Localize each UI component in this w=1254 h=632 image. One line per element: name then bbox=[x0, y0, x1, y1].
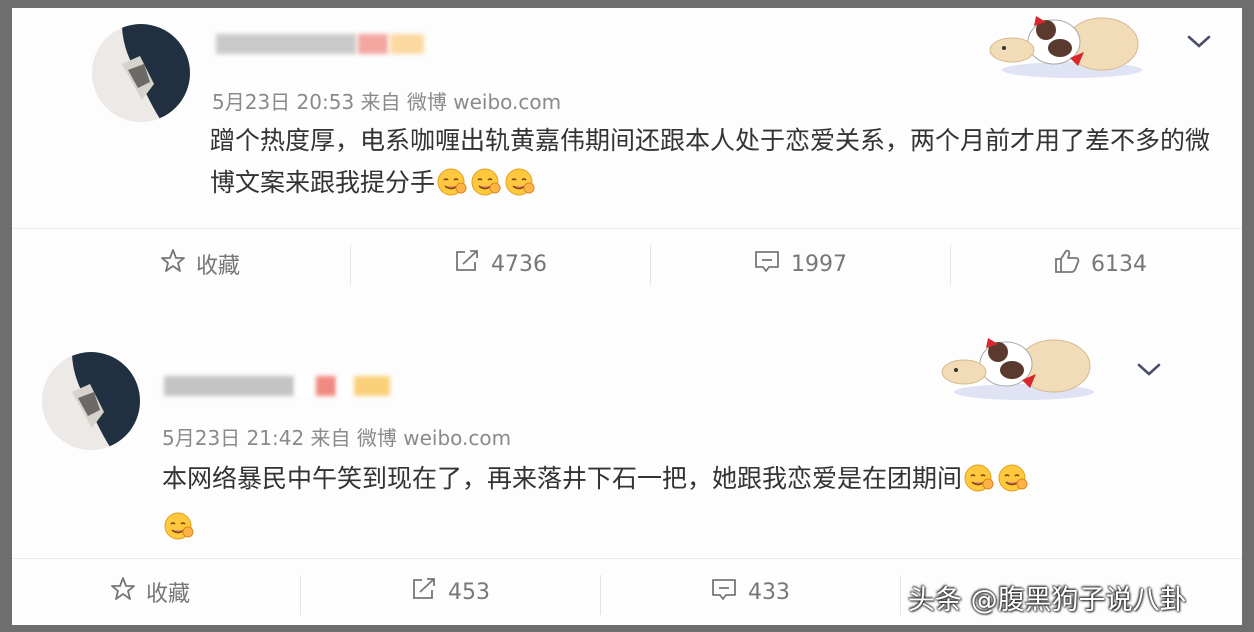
star-icon bbox=[110, 576, 136, 608]
blush-emoji-icon bbox=[435, 167, 469, 210]
favorite-button[interactable]: 收藏 bbox=[50, 229, 350, 299]
like-button[interactable]: 6134 bbox=[950, 229, 1250, 299]
repost-icon bbox=[410, 576, 438, 608]
post-text: 本网络暴民中午笑到现在了，再来落井下石一把，她跟我恋爱是在团期间 bbox=[162, 464, 963, 493]
username-blurred[interactable] bbox=[164, 374, 390, 398]
repost-count: 4736 bbox=[491, 251, 547, 277]
favorite-button[interactable]: 收藏 bbox=[0, 559, 300, 625]
thumbs-up-icon bbox=[1053, 248, 1081, 280]
weibo-feed-panel: 5月23日 20:53 来自 微博 weibo.com 蹭个热度厚，电系咖喱出轨… bbox=[12, 8, 1242, 625]
comment-icon bbox=[753, 248, 781, 280]
avatar[interactable] bbox=[92, 24, 190, 122]
star-icon bbox=[160, 248, 186, 280]
blush-emoji-icon bbox=[503, 167, 537, 210]
repost-button[interactable]: 453 bbox=[300, 559, 600, 625]
post-action-bar: 收藏 4736 1997 6134 bbox=[12, 228, 1242, 299]
repost-count: 453 bbox=[448, 579, 490, 605]
repost-button[interactable]: 4736 bbox=[350, 229, 650, 299]
avatar[interactable] bbox=[42, 352, 140, 450]
panda-sticker-icon bbox=[974, 8, 1144, 88]
blush-emoji-icon bbox=[962, 463, 996, 506]
post-meta: 5月23日 21:42 来自 微博 weibo.com bbox=[162, 426, 512, 450]
comment-icon bbox=[710, 576, 738, 608]
comment-count: 433 bbox=[748, 579, 790, 605]
post-text: 蹭个热度厚，电系咖喱出轨黄嘉伟期间还跟本人处于恋爱关系，两个月前才用了差不多的微… bbox=[210, 126, 1211, 197]
post-meta: 5月23日 20:53 来自 微博 weibo.com bbox=[212, 90, 562, 114]
comment-count: 1997 bbox=[791, 251, 847, 277]
repost-icon bbox=[453, 248, 481, 280]
blush-emoji-icon bbox=[996, 463, 1030, 506]
post-content: 本网络暴民中午笑到现在了，再来落井下石一把，她跟我恋爱是在团期间 bbox=[162, 458, 1172, 554]
post-content: 蹭个热度厚，电系咖喱出轨黄嘉伟期间还跟本人处于恋爱关系，两个月前才用了差不多的微… bbox=[210, 120, 1220, 210]
favorite-label: 收藏 bbox=[145, 582, 190, 607]
divider bbox=[900, 575, 901, 615]
favorite-label: 收藏 bbox=[195, 254, 240, 279]
blush-emoji-icon bbox=[469, 167, 503, 210]
like-count: 6134 bbox=[1091, 251, 1147, 277]
blush-emoji-icon bbox=[162, 511, 196, 554]
comment-button[interactable]: 1997 bbox=[650, 229, 950, 299]
comment-button[interactable]: 433 bbox=[600, 559, 900, 625]
username-blurred[interactable] bbox=[216, 32, 424, 56]
chevron-down-icon[interactable] bbox=[1136, 360, 1162, 378]
watermark-caption: 头条 @腹黑狗子说八卦 bbox=[908, 585, 1187, 616]
chevron-down-icon[interactable] bbox=[1186, 32, 1212, 50]
panda-sticker-icon bbox=[926, 330, 1096, 410]
